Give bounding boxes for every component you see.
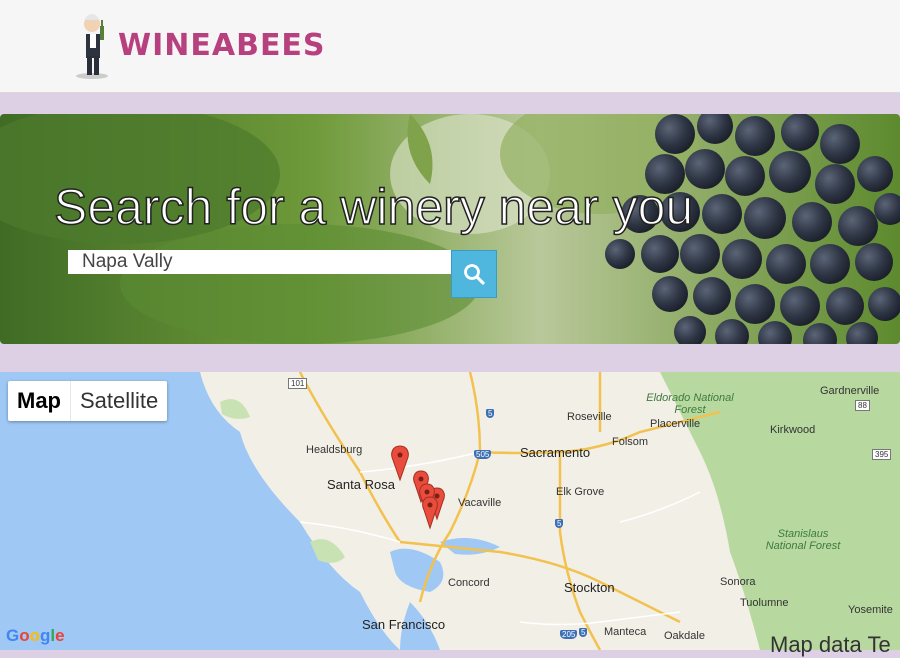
search-button[interactable] [451,250,497,298]
city-label: Oakdale [664,630,705,642]
map-data-attribution[interactable]: Map data Te [770,632,891,658]
city-label: Kirkwood [770,424,816,436]
highway-shield: 88 [855,400,870,411]
city-label: Elk Grove [556,486,605,498]
city-label: San Francisco [362,617,446,632]
city-label: Concord [448,577,490,589]
city-label: Sacramento [520,445,591,460]
logo-text: WINEABEES [118,28,326,63]
city-label: Sonora [720,576,756,588]
search-input[interactable] [68,250,451,274]
interstate-shield: 205 [560,630,578,639]
city-label: Gardnerville [820,385,880,397]
map-type-control: Map Satellite [8,381,168,421]
city-label: Tuolumne [740,597,789,609]
forest-label: Stanislaus National Forest [765,528,841,552]
highway-shield: 101 [288,378,308,389]
map-type-map-button[interactable]: Map [8,381,71,421]
search-icon [464,264,485,285]
interstate-shield: 505 [474,450,492,459]
city-label: Vacaville [458,497,502,509]
highway-shield: 395 [872,449,892,460]
city-label: Roseville [567,411,612,423]
city-label: Yosemite [848,604,893,616]
city-label: Stockton [564,580,615,595]
google-logo[interactable]: Google [6,626,65,646]
city-label: Placerville [650,418,701,430]
city-label: Santa Rosa [327,477,395,492]
city-label: Healdsburg [306,444,363,456]
site-header: WINEABEES [0,0,900,93]
forest-label: Eldorado National Forest [646,392,734,416]
map-type-satellite-button[interactable]: Satellite [71,381,167,421]
city-label: Folsom [612,436,649,448]
hero-title: Search for a winery near you [53,178,694,236]
city-label: Manteca [604,626,647,638]
